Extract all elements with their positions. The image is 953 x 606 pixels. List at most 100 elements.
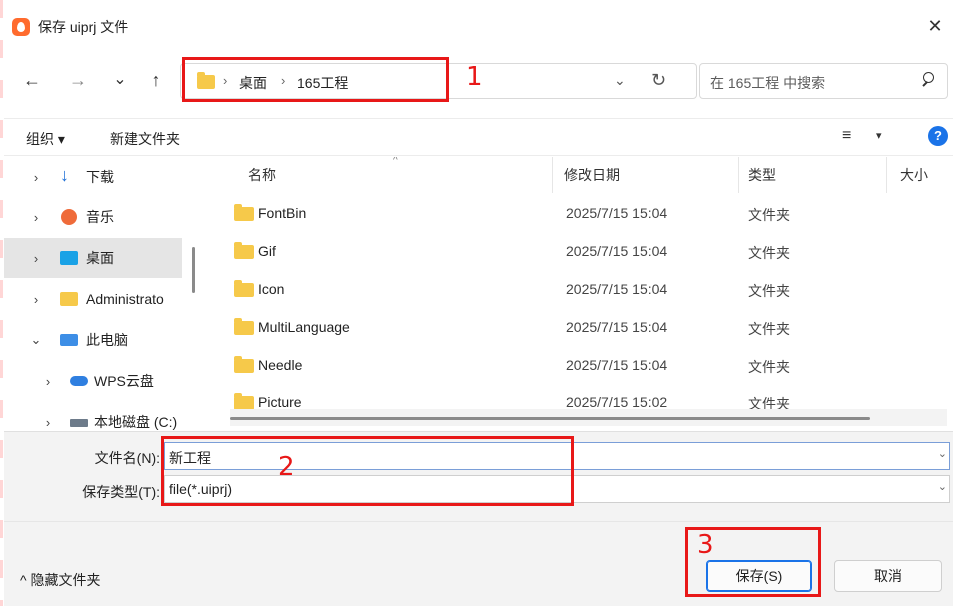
title-bar: 保存 uiprj 文件 ✕ [4, 8, 953, 46]
file-name: FontBin [258, 205, 307, 221]
expand-icon[interactable]: › [40, 415, 56, 430]
up-folder-icon[interactable]: ↑ [144, 68, 168, 92]
sidebar-item-label: Administrato [86, 291, 164, 307]
sidebar-item-label: 音乐 [86, 209, 114, 225]
file-type: 文件夹 [748, 321, 790, 337]
file-name: Needle [258, 357, 303, 373]
file-date: 2025/7/15 15:04 [566, 243, 668, 259]
background-decoration [0, 0, 3, 606]
folder-icon [234, 204, 254, 221]
annotation-box-2 [161, 436, 574, 506]
sidebar-item-label: 桌面 [86, 250, 114, 266]
sidebar-item-label: 此电脑 [86, 332, 128, 348]
download-icon: ↓ [60, 165, 69, 185]
file-date: 2025/7/15 15:04 [566, 319, 668, 335]
window-title: 保存 uiprj 文件 [38, 19, 129, 35]
expand-icon[interactable]: › [28, 292, 44, 307]
file-name: Icon [258, 281, 285, 297]
table-row[interactable]: Needle 2025/7/15 15:04 文件夹 [230, 347, 942, 385]
file-date: 2025/7/15 15:04 [566, 357, 668, 373]
refresh-icon[interactable]: ↻ [651, 70, 666, 91]
sidebar-item-local-disk[interactable]: › 本地磁盘 (C:) [4, 402, 182, 430]
folder-icon [234, 393, 254, 410]
scrollbar-thumb[interactable] [230, 417, 870, 420]
back-icon[interactable]: ← [20, 68, 44, 92]
search-icon[interactable] [921, 72, 935, 86]
cloud-icon [70, 376, 88, 386]
expand-icon[interactable]: › [40, 374, 56, 389]
sidebar-item-desktop[interactable]: › 桌面 [4, 238, 182, 278]
column-header-name[interactable]: 名称 [248, 165, 276, 185]
sidebar-item-music[interactable]: › 音乐 [4, 197, 182, 237]
chevron-down-icon[interactable]: ▾ [876, 129, 882, 142]
column-header-size[interactable]: 大小 [900, 165, 928, 185]
sidebar-item-label: 下载 [86, 169, 114, 185]
file-list: ^ 名称 修改日期 类型 大小 FontBin 2025/7/15 15:04 … [206, 157, 953, 430]
computer-icon [60, 334, 78, 346]
new-folder-button[interactable]: 新建文件夹 [110, 129, 180, 149]
file-date: 2025/7/15 15:04 [566, 205, 668, 221]
sidebar-item-administrator[interactable]: › Administrato [4, 279, 182, 319]
organize-button[interactable]: 组织 ▾ [26, 129, 65, 149]
table-row[interactable]: FontBin 2025/7/15 15:04 文件夹 [230, 195, 942, 233]
table-row[interactable]: MultiLanguage 2025/7/15 15:04 文件夹 [230, 309, 942, 347]
search-input[interactable]: 在 165工程 中搜索 [710, 73, 825, 93]
search-box[interactable]: 在 165工程 中搜索 [699, 63, 948, 99]
file-name: MultiLanguage [258, 319, 350, 335]
help-icon[interactable]: ? [928, 126, 948, 146]
navigation-pane: › ↓ 下载 › 音乐 › 桌面 › Administrato ⌄ 此电脑 › … [4, 157, 204, 430]
command-toolbar: 组织 ▾ 新建文件夹 ≡ ▾ ? [4, 118, 953, 156]
expand-icon[interactable]: › [28, 210, 44, 225]
chevron-down-icon[interactable]: ⌄ [938, 480, 947, 493]
sidebar-item-label: 本地磁盘 (C:) [94, 414, 178, 430]
column-header-date[interactable]: 修改日期 [564, 165, 620, 185]
expand-icon[interactable]: › [28, 170, 44, 185]
table-row[interactable]: Icon 2025/7/15 15:04 文件夹 [230, 271, 942, 309]
music-icon [61, 209, 77, 225]
close-icon[interactable]: ✕ [923, 14, 947, 38]
sidebar-item-label: WPS云盘 [94, 373, 154, 389]
column-divider[interactable] [552, 157, 553, 193]
collapse-icon[interactable]: ⌄ [28, 332, 44, 348]
filetype-label: 保存类型(T): [82, 484, 160, 500]
hide-folders-button[interactable]: ^ 隐藏文件夹 [20, 570, 100, 590]
column-divider[interactable] [886, 157, 887, 193]
chevron-down-icon[interactable]: ⌄ [938, 447, 947, 460]
annotation-number-1: 1 [466, 62, 483, 92]
sidebar-item-downloads[interactable]: › ↓ 下载 [4, 157, 182, 197]
cancel-button[interactable]: 取消 [834, 560, 942, 592]
file-name: Picture [258, 394, 302, 410]
recent-locations-icon[interactable]: ⌄ [108, 68, 132, 92]
view-options-icon[interactable]: ≡ [842, 127, 851, 145]
annotation-box-1 [182, 57, 449, 102]
address-dropdown-icon[interactable]: ⌄ [614, 72, 626, 89]
folder-icon [60, 292, 78, 306]
column-header-type[interactable]: 类型 [748, 165, 776, 185]
table-row[interactable]: Gif 2025/7/15 15:04 文件夹 [230, 233, 942, 271]
sort-indicator-icon: ^ [393, 157, 398, 166]
file-date: 2025/7/15 15:04 [566, 281, 668, 297]
desktop-icon [60, 251, 78, 265]
column-divider[interactable] [738, 157, 739, 193]
sidebar-item-this-pc[interactable]: ⌄ 此电脑 [4, 320, 182, 360]
expand-icon[interactable]: › [28, 251, 44, 266]
app-icon [12, 18, 30, 36]
file-type: 文件夹 [748, 207, 790, 223]
annotation-number-2: 2 [278, 452, 295, 482]
filename-label: 文件名(N): [94, 450, 160, 466]
file-date: 2025/7/15 15:02 [566, 394, 668, 410]
annotation-number-3: 3 [697, 530, 714, 560]
horizontal-scrollbar[interactable] [230, 409, 947, 426]
save-dialog: 保存 uiprj 文件 ✕ ← → ⌄ ↑ › 桌面 › 165工程 ⌄ ↻ 在… [0, 0, 953, 606]
drive-icon [70, 419, 88, 427]
file-type: 文件夹 [748, 359, 790, 375]
folder-icon [234, 318, 254, 335]
sidebar-item-wps-cloud[interactable]: › WPS云盘 [4, 361, 182, 401]
folder-icon [234, 242, 254, 259]
file-type: 文件夹 [748, 283, 790, 299]
forward-icon[interactable]: → [66, 68, 90, 92]
navigation-scrollbar[interactable] [192, 247, 195, 293]
folder-icon [234, 280, 254, 297]
file-name: Gif [258, 243, 276, 259]
file-type: 文件夹 [748, 245, 790, 261]
